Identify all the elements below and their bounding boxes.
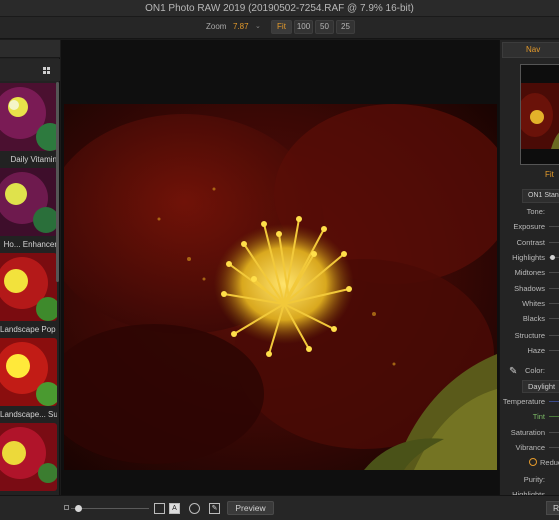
blacks-slider[interactable]: [549, 318, 559, 319]
develop-preset-select[interactable]: ON1 Standard: [522, 189, 559, 203]
saturation-slider[interactable]: [549, 432, 559, 433]
shadows-label: Shadows: [514, 284, 545, 293]
contrast-label: Contrast: [516, 238, 545, 247]
chevron-down-icon[interactable]: ⌄: [255, 22, 261, 30]
zoom-label: Zoom: [206, 22, 227, 31]
white-balance-select[interactable]: Daylight: [522, 380, 559, 393]
structure-label: Structure: [514, 331, 545, 340]
tab-nav[interactable]: Nav: [502, 42, 559, 58]
zoom-100-button[interactable]: 100: [294, 20, 313, 34]
tint-slider[interactable]: [549, 416, 559, 417]
preset-label: Landscape Pop - Cool: [0, 325, 57, 334]
preset-item[interactable]: Landscape Pop - Cool: [0, 253, 57, 336]
zoom-25-button[interactable]: 25: [336, 20, 355, 34]
preset-label: Daily Vitamin: [10, 155, 57, 164]
preset-label: Ho... Enhancer: [3, 240, 57, 249]
saturation-label: Saturation: [510, 428, 545, 437]
preset-thumbnail: [0, 168, 57, 236]
haze-label: Haze: [527, 346, 545, 355]
purity-header: Purity:: [523, 475, 545, 484]
preset-thumbnail: [0, 253, 57, 321]
thumbnail-size-small-icon[interactable]: [64, 505, 69, 510]
midtones-label: Midtones: [514, 268, 545, 277]
blacks-label: Blacks: [522, 314, 545, 323]
temperature-label: Temperature: [502, 397, 545, 406]
navigator-thumbnail[interactable]: [520, 64, 559, 165]
whites-label: Whites: [522, 299, 545, 308]
eyedropper-icon[interactable]: ✎: [509, 366, 517, 377]
bottom-toolbar: A ✎ Preview Reset: [0, 495, 559, 520]
preset-item[interactable]: Daily Vitamin: [0, 83, 57, 166]
shadows-slider[interactable]: [549, 288, 559, 289]
highlights-slider-knob[interactable]: [550, 255, 555, 260]
structure-slider[interactable]: [549, 335, 559, 336]
preset-thumbnail: [0, 338, 57, 406]
zoom-50-button[interactable]: 50: [315, 20, 334, 34]
vibrance-slider[interactable]: [549, 447, 559, 448]
highlights-label: Highlights: [512, 253, 545, 262]
develop-panel: Nav Fit ON1 Standard Tone: Exposure Cont…: [499, 40, 559, 499]
photo-preview: [64, 104, 497, 470]
zoom-value-dropdown[interactable]: 7.87: [233, 22, 249, 31]
thumbnail-size-knob[interactable]: [75, 505, 82, 512]
contrast-slider[interactable]: [549, 242, 559, 243]
grid-view-icon[interactable]: [43, 67, 50, 74]
presets-scrollbar[interactable]: [56, 82, 59, 282]
preset-thumbnail: [0, 83, 57, 151]
mask-icon[interactable]: [189, 503, 200, 514]
tint-label: Tint: [532, 412, 545, 421]
nav-fit-button[interactable]: Fit: [545, 168, 559, 181]
midtones-slider[interactable]: [549, 272, 559, 273]
presets-toolbar: [0, 59, 60, 81]
thumbnail-size-slider[interactable]: [71, 508, 149, 509]
vibrance-label: Vibrance: [515, 443, 545, 452]
preset-item[interactable]: Landscape... Sunshine: [0, 338, 57, 421]
whites-slider[interactable]: [549, 303, 559, 304]
exposure-slider[interactable]: [549, 226, 559, 227]
reset-button[interactable]: Reset: [546, 501, 559, 515]
image-canvas[interactable]: [61, 40, 499, 495]
reduce-toggle-icon[interactable]: [529, 458, 537, 466]
color-header: Color:: [524, 366, 545, 375]
haze-slider[interactable]: [549, 350, 559, 351]
exposure-label: Exposure: [513, 222, 545, 231]
crop-icon[interactable]: [154, 503, 165, 514]
temperature-slider[interactable]: [549, 401, 559, 402]
preset-item[interactable]: Ho... Enhancer: [0, 168, 57, 251]
preset-item[interactable]: [0, 423, 57, 506]
presets-panel-header: [0, 40, 60, 58]
edit-icon[interactable]: ✎: [209, 503, 220, 514]
preset-thumbnail: [0, 423, 57, 491]
tone-header: Tone:: [526, 207, 545, 216]
presets-panel: Daily Vitamin Ho... Enhancer Landscape P…: [0, 40, 60, 495]
reduce-label: Reduce: [540, 458, 559, 467]
zoom-toolbar: Zoom 7.87 ⌄ Fit 100 50 25: [0, 17, 559, 39]
preview-button[interactable]: Preview: [227, 501, 274, 515]
window-title: ON1 Photo RAW 2019 (20190502-7254.RAF @ …: [0, 0, 559, 17]
zoom-fit-button[interactable]: Fit: [271, 20, 292, 34]
preset-label: Landscape... Sunshine: [0, 410, 57, 419]
compare-a-icon[interactable]: A: [169, 503, 180, 514]
